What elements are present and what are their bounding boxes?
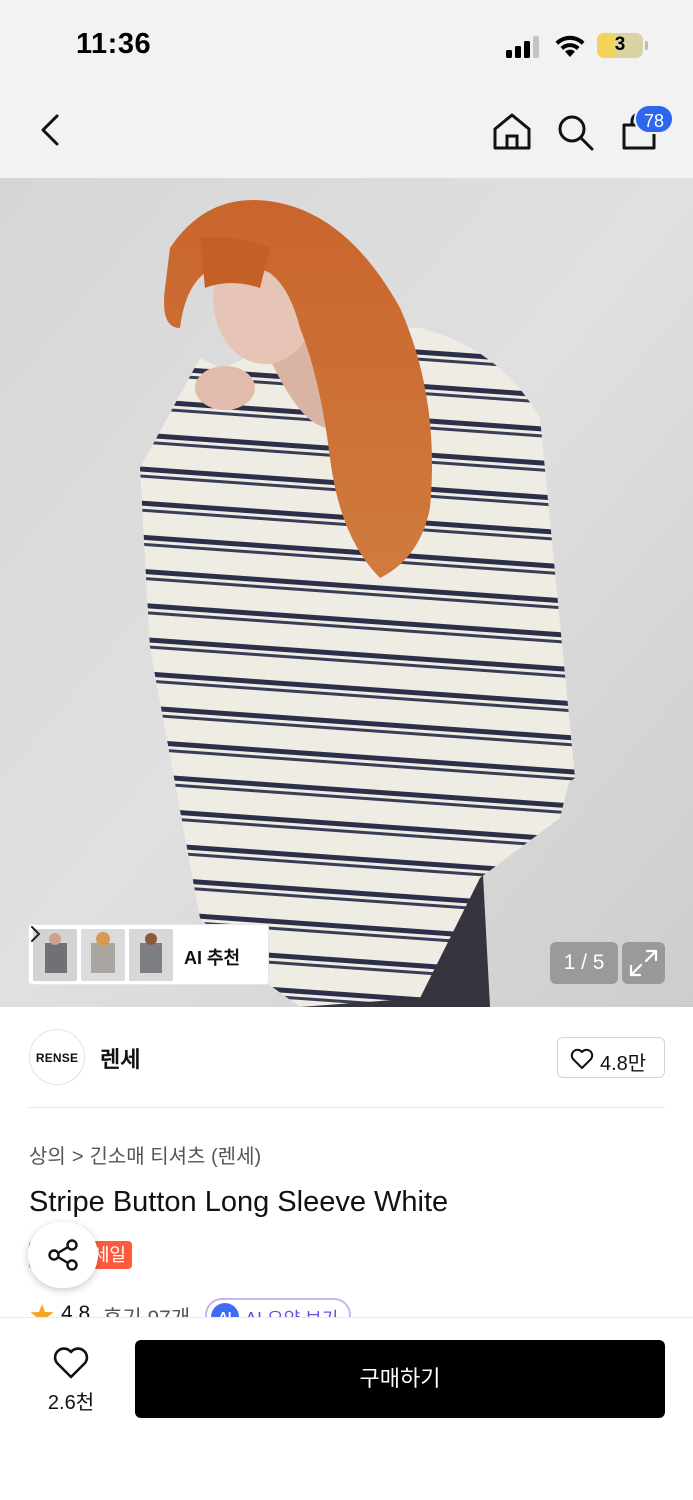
status-time: 11:36 (76, 28, 152, 60)
cart-count-badge: 78 (634, 104, 674, 134)
brand-name[interactable]: 렌세 (100, 1042, 140, 1074)
product-photo (0, 178, 693, 1007)
ai-recommend-label: AI 추천 (184, 948, 241, 968)
battery-tip (645, 41, 648, 50)
heart-icon (53, 1347, 89, 1379)
share-icon (48, 1239, 78, 1271)
bottom-action-bar: 2.6천 구매하기 (0, 1317, 693, 1500)
expand-image-button[interactable] (622, 942, 665, 984)
product-image[interactable]: AI 추천 1 / 5 (0, 178, 693, 1007)
chevron-right-icon: > (71, 1146, 84, 1168)
brand-like-button[interactable]: 4.8만 (557, 1037, 665, 1078)
wishlist-button[interactable]: 2.6천 (30, 1342, 112, 1414)
chevron-right-icon (31, 926, 41, 942)
breadcrumb: 상의 > 긴소매 티셔츠 (렌세) (29, 1140, 261, 1169)
ai-recommendation-strip[interactable]: AI 추천 (28, 924, 269, 985)
breadcrumb-category[interactable]: 상의 (29, 1146, 66, 1168)
brand-logo[interactable]: RENSE (29, 1029, 85, 1085)
battery-indicator: 3 (597, 33, 643, 58)
wifi-icon (555, 35, 585, 57)
battery-level: 3 (614, 34, 626, 55)
wishlist-count: 2.6천 (47, 1392, 95, 1414)
breadcrumb-subcategory[interactable]: 긴소매 티셔츠 (렌세) (90, 1146, 262, 1168)
buy-button[interactable]: 구매하기 (135, 1340, 665, 1418)
similar-item-thumbnail[interactable] (81, 929, 125, 981)
product-title: Stripe Button Long Sleeve White (29, 1186, 449, 1218)
status-bar: 11:36 3 (0, 0, 693, 90)
similar-item-thumbnail[interactable] (129, 929, 173, 981)
home-icon[interactable] (490, 110, 534, 154)
cellular-signal-icon (506, 36, 542, 58)
chevron-left-icon[interactable] (32, 108, 72, 152)
image-page-indicator: 1 / 5 (550, 942, 618, 984)
share-button[interactable] (28, 1222, 98, 1288)
expand-icon (629, 949, 658, 977)
divider (29, 1107, 665, 1108)
search-icon[interactable] (553, 110, 597, 154)
brand-like-count: 4.8만 (600, 1053, 647, 1075)
heart-icon (570, 1048, 594, 1069)
top-nav-bar: 78 (0, 90, 693, 178)
